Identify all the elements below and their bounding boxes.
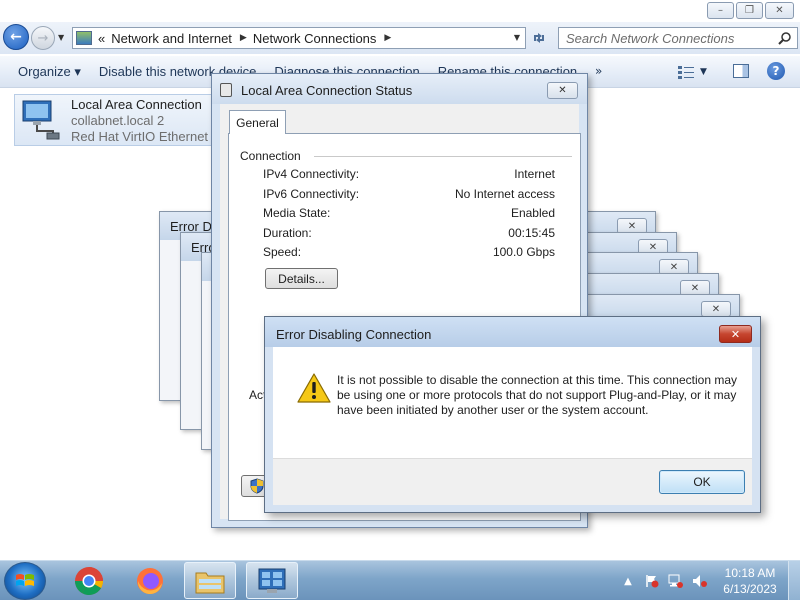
address-row: ← → ▼ « Network and Internet ▶ Network C… (0, 22, 800, 54)
taskbar-file-explorer[interactable] (184, 562, 236, 599)
close-icon: ✕ (711, 303, 721, 315)
notification-area: ▲ (620, 561, 708, 600)
dialog-message-area: It is not possible to disable the connec… (273, 347, 752, 458)
dialog-titlebar: Error Disabling Connection ✕ (265, 317, 760, 347)
control-panel-icon (76, 31, 92, 45)
tab-general[interactable]: General (229, 110, 286, 134)
maximize-button[interactable]: ❐ (736, 2, 763, 19)
address-bar[interactable]: « Network and Internet ▶ Network Connect… (72, 27, 526, 49)
recent-pages-dropdown[interactable]: ▼ (58, 33, 64, 42)
chrome-icon (75, 566, 103, 595)
view-details-icon (678, 66, 694, 79)
warning-icon (297, 373, 331, 403)
error-message: It is not possible to disable the connec… (337, 373, 737, 417)
close-button[interactable]: ✕ (701, 301, 731, 317)
chevron-right-icon[interactable]: ▶ (240, 33, 247, 43)
close-icon: ✕ (627, 220, 637, 232)
close-icon: ✕ (730, 327, 741, 341)
media-state-value: Enabled (510, 206, 555, 220)
arrow-left-icon: ← (10, 29, 22, 45)
ipv4-value: Internet (514, 167, 555, 181)
speed-label: Speed: (263, 245, 302, 259)
network-status-icon[interactable] (668, 573, 684, 589)
change-view-button[interactable]: ▼ (678, 64, 710, 80)
chevron-right-icon[interactable]: ▶ (384, 33, 391, 43)
ok-button[interactable]: OK (659, 470, 745, 494)
ipv4-label: IPv4 Connectivity: (263, 167, 360, 181)
search-input[interactable]: Search Network Connections (566, 31, 777, 46)
close-icon: ✕ (690, 282, 700, 294)
dialog-title: Local Area Connection Status (241, 83, 413, 98)
search-icon[interactable] (777, 30, 793, 46)
maximize-icon: ❐ (745, 5, 754, 16)
duration-label: Duration: (263, 226, 312, 240)
dialog-title: Error Disabling Connection (276, 327, 432, 342)
network-cable-icon (220, 83, 232, 97)
duration-value: 00:15:45 (508, 226, 555, 240)
organize-menu[interactable]: Organize ▾ (18, 64, 81, 80)
window-caption-controls: – ❐ ✕ (707, 2, 794, 19)
close-button[interactable]: ✕ (765, 2, 794, 19)
address-dropdown-icon[interactable]: ▼ (514, 33, 520, 42)
system-clock[interactable]: 10:18 AM 6/13/2023 (718, 565, 782, 597)
clock-date: 6/13/2023 (723, 582, 777, 596)
ipv6-value: No Internet access (454, 187, 555, 201)
dialog-titlebar: Local Area Connection Status ✕ (212, 74, 587, 104)
close-icon: ✕ (558, 85, 567, 96)
windows-logo-icon (16, 574, 34, 586)
search-box[interactable]: Search Network Connections (558, 27, 798, 49)
refresh-icon (534, 33, 544, 43)
start-button[interactable] (4, 562, 46, 600)
control-panel-icon (258, 568, 286, 593)
more-commands-button[interactable]: » (595, 64, 602, 78)
connection-name: Local Area Connection (71, 97, 202, 112)
connection-adapter: Red Hat VirtIO Ethernet Adapter (71, 129, 213, 144)
breadcrumb-network-and-internet[interactable]: Network and Internet (111, 31, 232, 46)
forward-button[interactable]: → (31, 26, 55, 50)
volume-muted-icon[interactable] (692, 573, 708, 589)
back-button[interactable]: ← (3, 24, 29, 50)
taskbar-chrome[interactable] (63, 562, 115, 599)
network-adapter-icon (22, 100, 60, 140)
breadcrumb-overflow[interactable]: « (98, 31, 105, 46)
chevron-down-icon: ▼ (700, 67, 707, 77)
group-divider (314, 156, 572, 157)
uac-shield-icon (250, 478, 264, 494)
details-button[interactable]: Details... (265, 268, 338, 289)
preview-pane-button[interactable] (733, 64, 749, 78)
taskbar-network-connections[interactable] (246, 562, 298, 599)
breadcrumb-network-connections[interactable]: Network Connections (253, 31, 377, 46)
local-area-connection-item[interactable]: Local Area Connection collabnet.local 2 … (14, 94, 214, 146)
taskbar: ▲ 10:18 AM 6/13/2023 (0, 560, 800, 600)
help-icon: ? (772, 64, 780, 78)
show-desktop-button[interactable] (788, 561, 800, 600)
taskbar-firefox[interactable] (124, 562, 176, 599)
dialog-button-area: OK (273, 458, 752, 505)
help-button[interactable]: ? (767, 62, 785, 80)
minimize-icon: – (718, 5, 723, 16)
minimize-button[interactable]: – (707, 2, 734, 19)
arrow-right-icon: → (37, 30, 49, 46)
action-center-warning-icon[interactable] (644, 573, 660, 589)
connection-group-label: Connection (240, 149, 307, 163)
close-button[interactable]: ✕ (719, 325, 752, 343)
clock-time: 10:18 AM (724, 566, 776, 580)
refresh-button[interactable] (528, 27, 550, 49)
close-button[interactable]: ✕ (547, 82, 578, 99)
speed-value: 100.0 Gbps (492, 245, 555, 259)
show-hidden-icons-button[interactable]: ▲ (620, 573, 636, 589)
close-icon: ✕ (669, 261, 679, 273)
media-state-label: Media State: (263, 206, 331, 220)
error-disabling-connection-dialog: Error Disabling Connection ✕ It is not p… (264, 316, 761, 513)
firefox-icon (137, 567, 163, 594)
ipv6-label: IPv6 Connectivity: (263, 187, 360, 201)
folder-icon (195, 572, 225, 593)
close-icon: ✕ (648, 241, 658, 253)
close-icon: ✕ (775, 5, 784, 16)
connection-network: collabnet.local 2 (71, 113, 165, 128)
